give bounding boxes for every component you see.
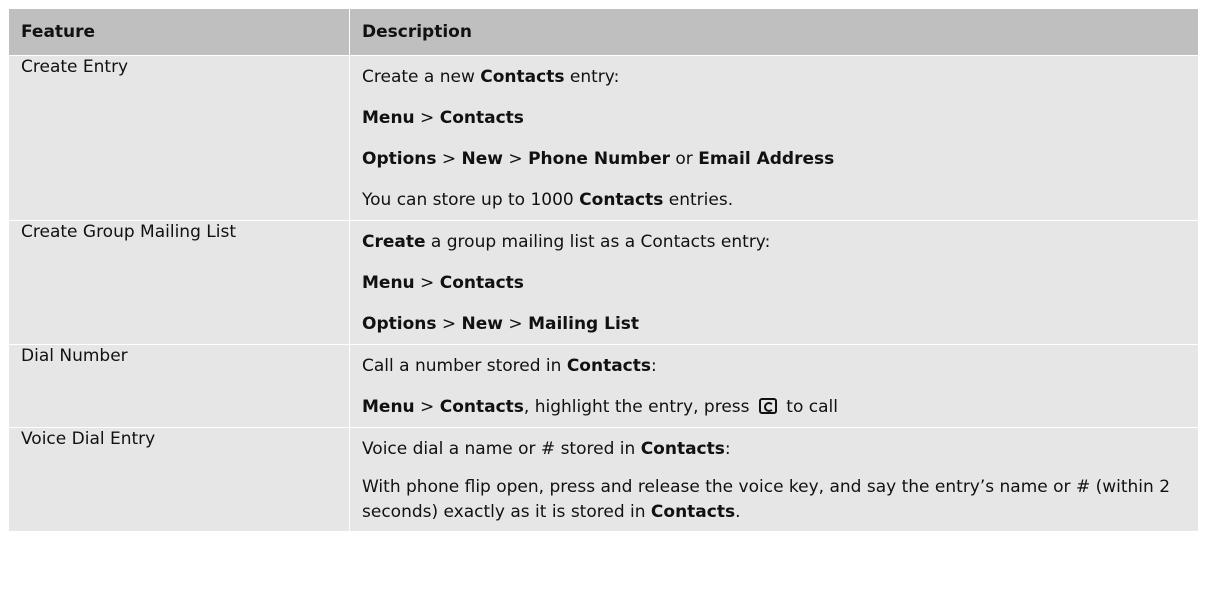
text-run: >: [503, 314, 529, 334]
text-run: >: [414, 273, 440, 293]
bold-term: Contacts: [650, 502, 736, 522]
feature-label: Dial Number: [21, 346, 128, 366]
header-feature: Feature: [8, 8, 350, 56]
feature-label: Voice Dial Entry: [21, 429, 156, 449]
text-run: .: [735, 502, 741, 522]
description-line: You can store up to 1000 Contacts entrie…: [362, 179, 1186, 220]
description-cell: Create a new Contacts entry: Menu > Conta…: [349, 55, 1199, 221]
contacts-feature-table: Feature Description Create Entry Create a…: [8, 8, 1199, 532]
description-line: With phone flip open, press and release …: [362, 469, 1186, 531]
text-run: , highlight the entry, press: [523, 397, 755, 417]
bold-term: Options: [362, 149, 437, 169]
text-run: >: [414, 108, 440, 128]
feature-label: Create Entry: [21, 57, 129, 77]
text-run: >: [503, 149, 529, 169]
text-run: Call a number stored in: [362, 356, 567, 376]
description-cell: Create a group mailing list as a Contact…: [349, 220, 1199, 345]
bold-term: Create: [362, 232, 426, 252]
text-run: :: [724, 439, 731, 459]
text-run: >: [414, 397, 440, 417]
bold-term: Email Address: [698, 149, 835, 169]
description-line: Create a group mailing list as a Contact…: [362, 221, 1186, 262]
bold-term: Contacts: [579, 190, 664, 210]
feature-cell: Voice Dial Entry: [8, 427, 350, 532]
text-run: entry:: [564, 67, 620, 87]
description-line: Menu > Contacts: [362, 97, 1186, 138]
table-row: Create Group Mailing List Create a group …: [8, 220, 1199, 345]
bold-term: Phone Number: [528, 149, 670, 169]
bold-term: New: [461, 149, 504, 169]
text-run: >: [436, 314, 462, 334]
description-line: Call a number stored in Contacts:: [362, 345, 1186, 386]
bold-term: Mailing List: [528, 314, 640, 334]
bold-term: Contacts: [480, 67, 565, 87]
text-run: :: [651, 356, 657, 376]
text-run: You can store up to 1000: [362, 190, 580, 210]
description-line: Options > New > Mailing List: [362, 303, 1186, 344]
feature-cell: Dial Number: [8, 344, 350, 428]
feature-cell: Create Group Mailing List: [8, 220, 350, 345]
bold-term: New: [461, 314, 504, 334]
table-body: Create Entry Create a new Contacts entry:…: [8, 55, 1199, 532]
header-description: Description: [349, 8, 1199, 56]
text-run: Create a new: [362, 67, 481, 87]
bold-term: Menu: [362, 273, 415, 293]
send-key-icon: [758, 398, 777, 414]
text-run: or: [670, 149, 699, 169]
bold-term: Menu: [362, 108, 415, 128]
bold-term: Contacts: [439, 273, 524, 293]
bold-term: Contacts: [566, 356, 651, 376]
description-line: Voice dial a name or # stored in Contact…: [362, 428, 1186, 469]
description-line: Create a new Contacts entry:: [362, 56, 1186, 97]
text-run: entries.: [663, 190, 734, 210]
feature-label: Create Group Mailing List: [21, 222, 236, 242]
description-cell: Call a number stored in Contacts: Menu > …: [349, 344, 1199, 428]
table-row: Create Entry Create a new Contacts entry:…: [8, 55, 1199, 221]
bold-term: Menu: [362, 397, 415, 417]
table-row: Voice Dial Entry Voice dial a name or # s…: [8, 427, 1199, 532]
bold-term: Options: [362, 314, 437, 334]
text-run: With phone flip open, press and release …: [362, 477, 1171, 522]
bold-term: Contacts: [439, 397, 524, 417]
table-row: Dial Number Call a number stored in Conta…: [8, 344, 1199, 428]
description-line: Options > New > Phone Number or Email Ad…: [362, 138, 1186, 179]
description-line: Menu > Contacts, highlight the entry, pr…: [362, 386, 1186, 427]
header-row: Feature Description: [8, 8, 1199, 56]
text-run: >: [436, 149, 462, 169]
text-run: a group mailing list as a Contacts entry…: [425, 232, 771, 252]
text-run: to call: [780, 397, 838, 417]
bold-term: Contacts: [640, 439, 725, 459]
description-cell: Voice dial a name or # stored in Contact…: [349, 427, 1199, 532]
bold-term: Contacts: [439, 108, 524, 128]
feature-cell: Create Entry: [8, 55, 350, 221]
text-run: Voice dial a name or # stored in: [362, 439, 641, 459]
description-line: Menu > Contacts: [362, 262, 1186, 303]
